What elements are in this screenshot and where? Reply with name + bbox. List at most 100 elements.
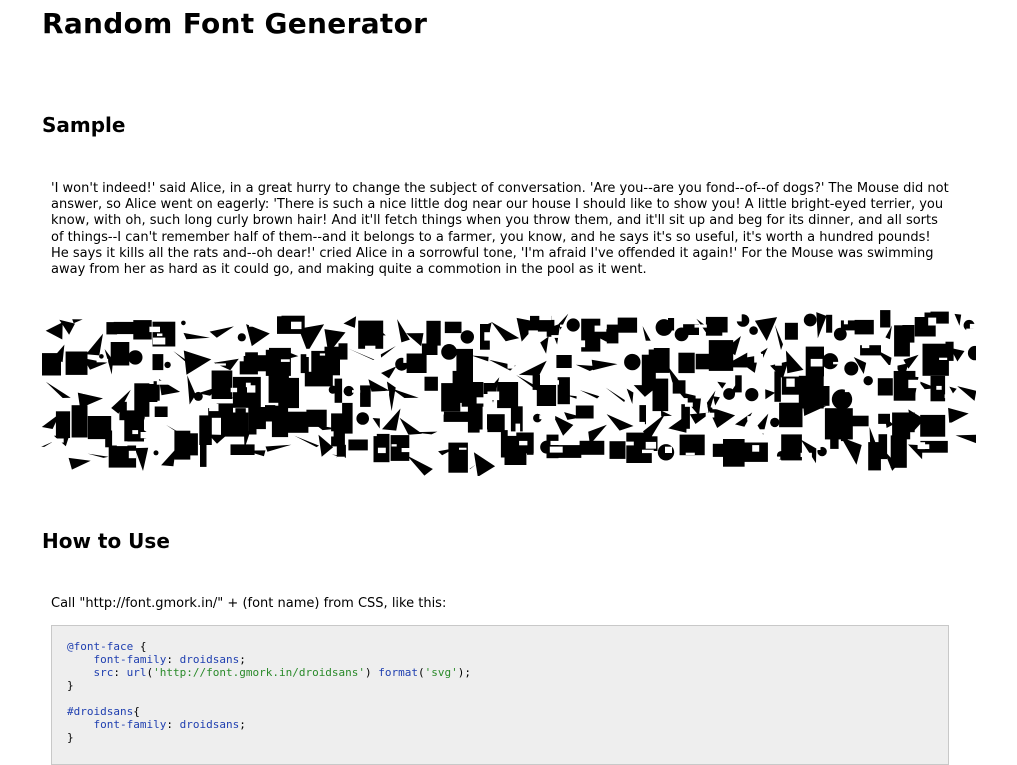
- random-glyph-shape: [668, 366, 679, 383]
- glyph-gap: [291, 321, 302, 330]
- glyph-gap: [861, 340, 870, 349]
- glyph-gap: [969, 323, 976, 329]
- random-glyph-shape: [294, 435, 319, 448]
- random-glyph-shape: [955, 434, 976, 444]
- glyph-gap: [82, 328, 95, 334]
- random-glyph-shape: [304, 371, 333, 387]
- random-glyph-shape: [639, 405, 646, 425]
- glyph-gap: [306, 348, 311, 357]
- random-glyph-shape: [816, 312, 827, 339]
- random-glyph-shape: [967, 345, 976, 361]
- glyph-gap: [63, 447, 69, 457]
- random-glyph-shape: [717, 381, 727, 389]
- random-glyph-shape: [183, 350, 212, 375]
- glyph-gap: [465, 315, 474, 322]
- glyph-gap: [660, 342, 671, 348]
- glyph-gap: [950, 396, 956, 399]
- random-glyph-shape: [540, 336, 549, 354]
- random-glyph-shape: [55, 411, 71, 438]
- random-glyph-shape: [811, 398, 817, 404]
- glyph-gap: [936, 385, 942, 390]
- glyph-gap: [833, 361, 846, 365]
- sample-heading: Sample: [42, 113, 126, 137]
- random-glyph-shape: [566, 318, 580, 332]
- glyph-gap: [112, 336, 123, 342]
- random-glyph-shape: [774, 324, 783, 350]
- random-glyph-shape: [668, 318, 675, 331]
- random-glyph-shape: [878, 434, 888, 460]
- glyph-gap: [352, 390, 361, 393]
- random-glyph-shape: [954, 313, 962, 326]
- random-glyph-shape: [199, 415, 212, 445]
- random-glyph-shape: [86, 333, 103, 356]
- glyph-gap: [385, 390, 390, 395]
- random-glyph-shape: [626, 388, 634, 404]
- glyph-gap: [238, 348, 246, 356]
- glyph-gap: [844, 387, 849, 393]
- random-glyph-shape: [68, 457, 91, 470]
- random-glyph-shape: [448, 442, 468, 473]
- glyph-gap: [306, 454, 320, 463]
- random-glyph-shape: [441, 344, 457, 360]
- random-glyph-shape: [342, 402, 353, 434]
- random-glyph-shape: [246, 324, 270, 347]
- random-glyph-shape: [360, 385, 371, 407]
- random-glyph-shape: [397, 319, 410, 343]
- random-glyph-shape: [556, 355, 572, 368]
- random-glyph-shape: [237, 333, 246, 342]
- random-glyph-shape: [800, 439, 817, 464]
- random-glyph-shape: [152, 354, 164, 371]
- glyph-gap: [119, 382, 129, 390]
- glyph-gap: [403, 355, 407, 363]
- code-block: @font-face { font-family: droidsans; src…: [67, 640, 472, 744]
- random-glyph-shape: [784, 322, 798, 340]
- random-glyph-shape: [460, 330, 474, 344]
- glyph-gap: [100, 324, 106, 332]
- glyph-gap: [327, 431, 334, 437]
- random-glyph-shape: [774, 371, 781, 402]
- random-glyph-shape: [372, 418, 380, 429]
- random-glyph-shape: [444, 321, 462, 334]
- random-glyph-shape: [154, 406, 168, 417]
- glyph-gap: [631, 346, 640, 350]
- glyph-gap: [476, 397, 485, 404]
- random-glyph-shape: [211, 370, 233, 399]
- how-to-use-intro: Call "http://font.gmork.in/" + (font nam…: [51, 596, 447, 611]
- random-glyph-shape: [209, 326, 234, 338]
- how-to-use-heading: How to Use: [42, 529, 170, 553]
- random-glyph-shape: [824, 408, 853, 440]
- glyph-gap: [665, 446, 672, 453]
- glyph-gap: [973, 454, 976, 460]
- random-glyph-shape: [920, 414, 946, 437]
- random-glyph-shape: [854, 319, 874, 335]
- random-glyph-shape: [487, 414, 505, 433]
- random-glyph-shape: [200, 444, 207, 467]
- glyph-gap: [249, 323, 253, 327]
- random-glyph-shape: [45, 322, 63, 340]
- glyph-gap: [817, 442, 821, 450]
- random-glyph-shape: [949, 386, 957, 394]
- glyph-gap: [899, 407, 907, 410]
- random-glyph-shape: [71, 405, 88, 438]
- random-glyph-shape: [110, 342, 130, 366]
- glyph-gap: [696, 308, 702, 313]
- glyph-gap: [215, 363, 226, 366]
- random-glyph-shape: [606, 324, 619, 344]
- glyph-gap: [928, 317, 937, 326]
- random-glyph-shape: [735, 375, 742, 393]
- random-glyph-shape: [407, 455, 433, 476]
- glyph-gap: [507, 361, 515, 369]
- glyph-gap: [752, 445, 760, 452]
- glyph-gap: [484, 332, 498, 341]
- glyph-gap: [685, 452, 695, 455]
- glyph-gap: [528, 330, 538, 339]
- random-glyph-shape: [880, 310, 891, 328]
- glyph-gap: [82, 392, 91, 394]
- random-glyph-shape: [841, 437, 862, 465]
- random-glyph-shape: [902, 325, 915, 343]
- glyph-gap: [319, 353, 326, 356]
- random-glyph-shape: [181, 320, 186, 326]
- glyph-gap: [800, 452, 812, 457]
- random-glyph-shape: [406, 353, 427, 373]
- glyph-gap: [204, 400, 217, 409]
